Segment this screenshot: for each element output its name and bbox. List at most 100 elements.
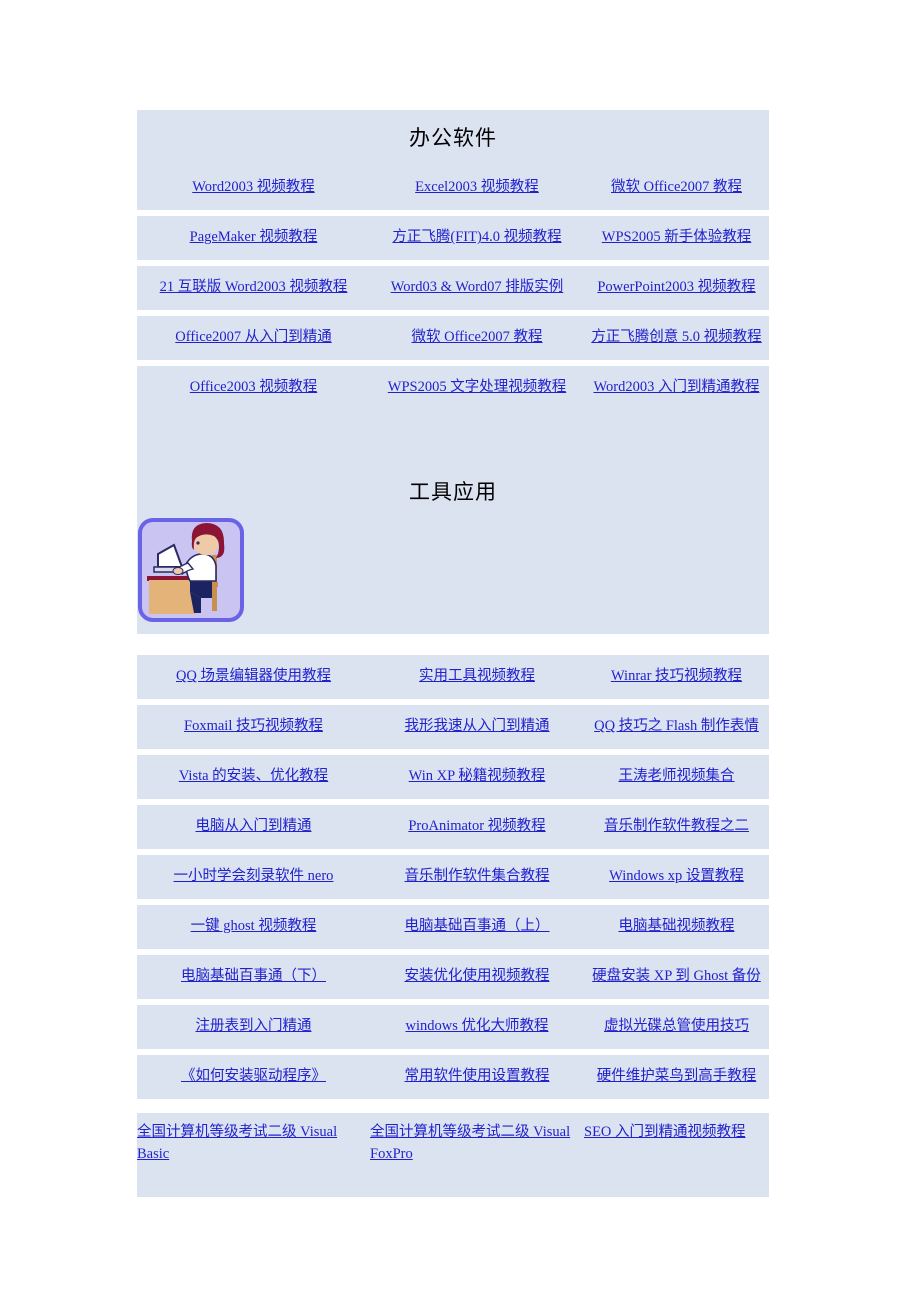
tutorial-link[interactable]: PageMaker 视频教程 [190, 227, 318, 248]
table-cell: 一键 ghost 视频教程 [137, 905, 370, 949]
tutorial-link[interactable]: PowerPoint2003 视频教程 [597, 277, 755, 298]
tutorial-link[interactable]: 方正飞腾创意 5.0 视频教程 [591, 327, 761, 348]
table-cell: PageMaker 视频教程 [137, 216, 370, 260]
table-cell: 全国计算机等级考试二级 Visual Basic [137, 1122, 370, 1197]
table-cell: 音乐制作软件教程之二 [584, 805, 769, 849]
table-cell: Word03 & Word07 排版实例 [370, 266, 584, 310]
table-cell: Winrar 技巧视频教程 [584, 655, 769, 699]
table-row: 21 互联版 Word2003 视频教程 Word03 & Word07 排版实… [137, 266, 769, 310]
table-row: QQ 场景编辑器使用教程 实用工具视频教程 Winrar 技巧视频教程 [137, 655, 769, 699]
tutorial-link[interactable]: 全国计算机等级考试二级 Visual Basic [137, 1122, 370, 1166]
tutorial-link[interactable]: 音乐制作软件教程之二 [604, 816, 749, 837]
table-row: 电脑基础百事通（下） 安装优化使用视频教程 硬盘安装 XP 到 Ghost 备份 [137, 955, 769, 999]
table-cell: Foxmail 技巧视频教程 [137, 705, 370, 749]
tutorial-link[interactable]: 微软 Office2007 教程 [611, 177, 742, 198]
table-row: 《如何安装驱动程序》 常用软件使用设置教程 硬件维护菜鸟到高手教程 [137, 1055, 769, 1099]
table-cell: 注册表到入门精通 [137, 1005, 370, 1049]
tutorial-link[interactable]: 全国计算机等级考试二级 Visual FoxPro [370, 1122, 584, 1166]
table-cell: 常用软件使用设置教程 [370, 1055, 584, 1099]
tool-applications-banner-table: 工具应用 [137, 410, 769, 634]
tutorial-link[interactable]: Foxmail 技巧视频教程 [184, 716, 323, 737]
table-cell: Excel2003 视频教程 [370, 166, 584, 210]
table-cell: QQ 场景编辑器使用教程 [137, 655, 370, 699]
table-cell: Office2007 从入门到精通 [137, 316, 370, 360]
tutorial-link[interactable]: 方正飞腾(FIT)4.0 视频教程 [392, 227, 561, 248]
tool-applications-table: QQ 场景编辑器使用教程 实用工具视频教程 Winrar 技巧视频教程 Foxm… [137, 655, 769, 1197]
tutorial-link[interactable]: Winrar 技巧视频教程 [611, 666, 742, 687]
table-row: Word2003 视频教程 Excel2003 视频教程 微软 Office20… [137, 166, 769, 210]
tutorial-link[interactable]: 王涛老师视频集合 [619, 766, 735, 787]
table-row: 全国计算机等级考试二级 Visual Basic 全国计算机等级考试二级 Vis… [137, 1113, 769, 1197]
table-cell: 电脑从入门到精通 [137, 805, 370, 849]
tutorial-link[interactable]: Win XP 秘籍视频教程 [409, 766, 546, 787]
section-title: 工具应用 [409, 480, 497, 504]
tutorial-link[interactable]: 微软 Office2007 教程 [411, 327, 542, 348]
tutorial-link[interactable]: 电脑基础百事通（下） [181, 966, 326, 987]
table-row: Office2007 从入门到精通 微软 Office2007 教程 方正飞腾创… [137, 316, 769, 360]
tutorial-link[interactable]: 安装优化使用视频教程 [405, 966, 550, 987]
tool-applications-banner: 工具应用 [137, 410, 769, 634]
tutorial-link[interactable]: 注册表到入门精通 [196, 1016, 312, 1037]
tutorial-link[interactable]: Office2007 从入门到精通 [175, 327, 331, 348]
tutorial-link[interactable]: WPS2005 新手体验教程 [602, 227, 751, 248]
table-cell: WPS2005 文字处理视频教程 [370, 366, 584, 410]
table-cell: 全国计算机等级考试二级 Visual FoxPro [370, 1122, 584, 1197]
tutorial-link[interactable]: 《如何安装驱动程序》 [181, 1066, 326, 1087]
table-cell: 《如何安装驱动程序》 [137, 1055, 370, 1099]
tutorial-link[interactable]: windows 优化大师教程 [406, 1016, 549, 1037]
tutorial-link[interactable]: 我形我速从入门到精通 [405, 716, 550, 737]
tutorial-link[interactable]: Word2003 视频教程 [192, 177, 314, 198]
table-cell: PowerPoint2003 视频教程 [584, 266, 769, 310]
table-cell: 安装优化使用视频教程 [370, 955, 584, 999]
tutorial-link[interactable]: 硬盘安装 XP 到 Ghost 备份 [592, 966, 761, 987]
table-cell: 实用工具视频教程 [370, 655, 584, 699]
table-cell: 21 互联版 Word2003 视频教程 [137, 266, 370, 310]
tutorial-link[interactable]: SEO 入门到精通视频教程 [584, 1122, 746, 1144]
tutorial-link[interactable]: Excel2003 视频教程 [415, 177, 539, 198]
table-cell: 方正飞腾(FIT)4.0 视频教程 [370, 216, 584, 260]
table-row: 一键 ghost 视频教程 电脑基础百事通（上） 电脑基础视频教程 [137, 905, 769, 949]
table-cell: 电脑基础百事通（下） [137, 955, 370, 999]
tutorial-link[interactable]: 硬件维护菜鸟到高手教程 [597, 1066, 757, 1087]
table-cell: QQ 技巧之 Flash 制作表情 [584, 705, 769, 749]
tutorial-link[interactable]: 常用软件使用设置教程 [405, 1066, 550, 1087]
table-cell: 我形我速从入门到精通 [370, 705, 584, 749]
document-page: 办公软件 Word2003 视频教程 Excel2003 视频教程 微软 Off… [0, 0, 920, 1302]
tutorial-link[interactable]: Word2003 入门到精通教程 [594, 377, 760, 398]
table-cell: 微软 Office2007 教程 [370, 316, 584, 360]
tutorial-link[interactable]: WPS2005 文字处理视频教程 [388, 377, 566, 398]
tutorial-link[interactable]: 电脑从入门到精通 [196, 816, 312, 837]
tutorial-link[interactable]: 实用工具视频教程 [419, 666, 535, 687]
office-software-heading-band: 办公软件 [137, 110, 769, 166]
tutorial-link[interactable]: QQ 场景编辑器使用教程 [176, 666, 331, 687]
row-divider [137, 1099, 769, 1113]
table-cell: 王涛老师视频集合 [584, 755, 769, 799]
table-cell: 硬盘安装 XP 到 Ghost 备份 [584, 955, 769, 999]
tutorial-link[interactable]: Office2003 视频教程 [190, 377, 317, 398]
table-row: PageMaker 视频教程 方正飞腾(FIT)4.0 视频教程 WPS2005… [137, 216, 769, 260]
tutorial-link[interactable]: 一键 ghost 视频教程 [191, 916, 317, 937]
person-at-computer-icon [138, 518, 244, 622]
tutorial-link[interactable]: ProAnimator 视频教程 [408, 816, 545, 837]
tutorial-link[interactable]: Vista 的安装、优化教程 [179, 766, 328, 787]
table-cell: SEO 入门到精通视频教程 [584, 1122, 769, 1197]
table-cell: 虚拟光碟总管使用技巧 [584, 1005, 769, 1049]
table-row: Office2003 视频教程 WPS2005 文字处理视频教程 Word200… [137, 366, 769, 410]
table-row: Vista 的安装、优化教程 Win XP 秘籍视频教程 王涛老师视频集合 [137, 755, 769, 799]
table-row: Foxmail 技巧视频教程 我形我速从入门到精通 QQ 技巧之 Flash 制… [137, 705, 769, 749]
tutorial-link[interactable]: Word03 & Word07 排版实例 [391, 277, 564, 298]
table-cell: WPS2005 新手体验教程 [584, 216, 769, 260]
tutorial-link[interactable]: 电脑基础视频教程 [619, 916, 735, 937]
table-cell: Word2003 入门到精通教程 [584, 366, 769, 410]
table-cell: Win XP 秘籍视频教程 [370, 755, 584, 799]
table-cell: Office2003 视频教程 [137, 366, 370, 410]
tutorial-link[interactable]: 音乐制作软件集合教程 [405, 866, 550, 887]
tutorial-link[interactable]: Windows xp 设置教程 [609, 866, 744, 887]
table-cell: 一小时学会刻录软件 nero [137, 855, 370, 899]
tutorial-link[interactable]: QQ 技巧之 Flash 制作表情 [594, 716, 759, 737]
tutorial-link[interactable]: 电脑基础百事通（上） [405, 916, 550, 937]
tutorial-link[interactable]: 一小时学会刻录软件 nero [174, 866, 334, 887]
table-cell: 微软 Office2007 教程 [584, 166, 769, 210]
tutorial-link[interactable]: 21 互联版 Word2003 视频教程 [160, 277, 348, 298]
tutorial-link[interactable]: 虚拟光碟总管使用技巧 [604, 1016, 749, 1037]
